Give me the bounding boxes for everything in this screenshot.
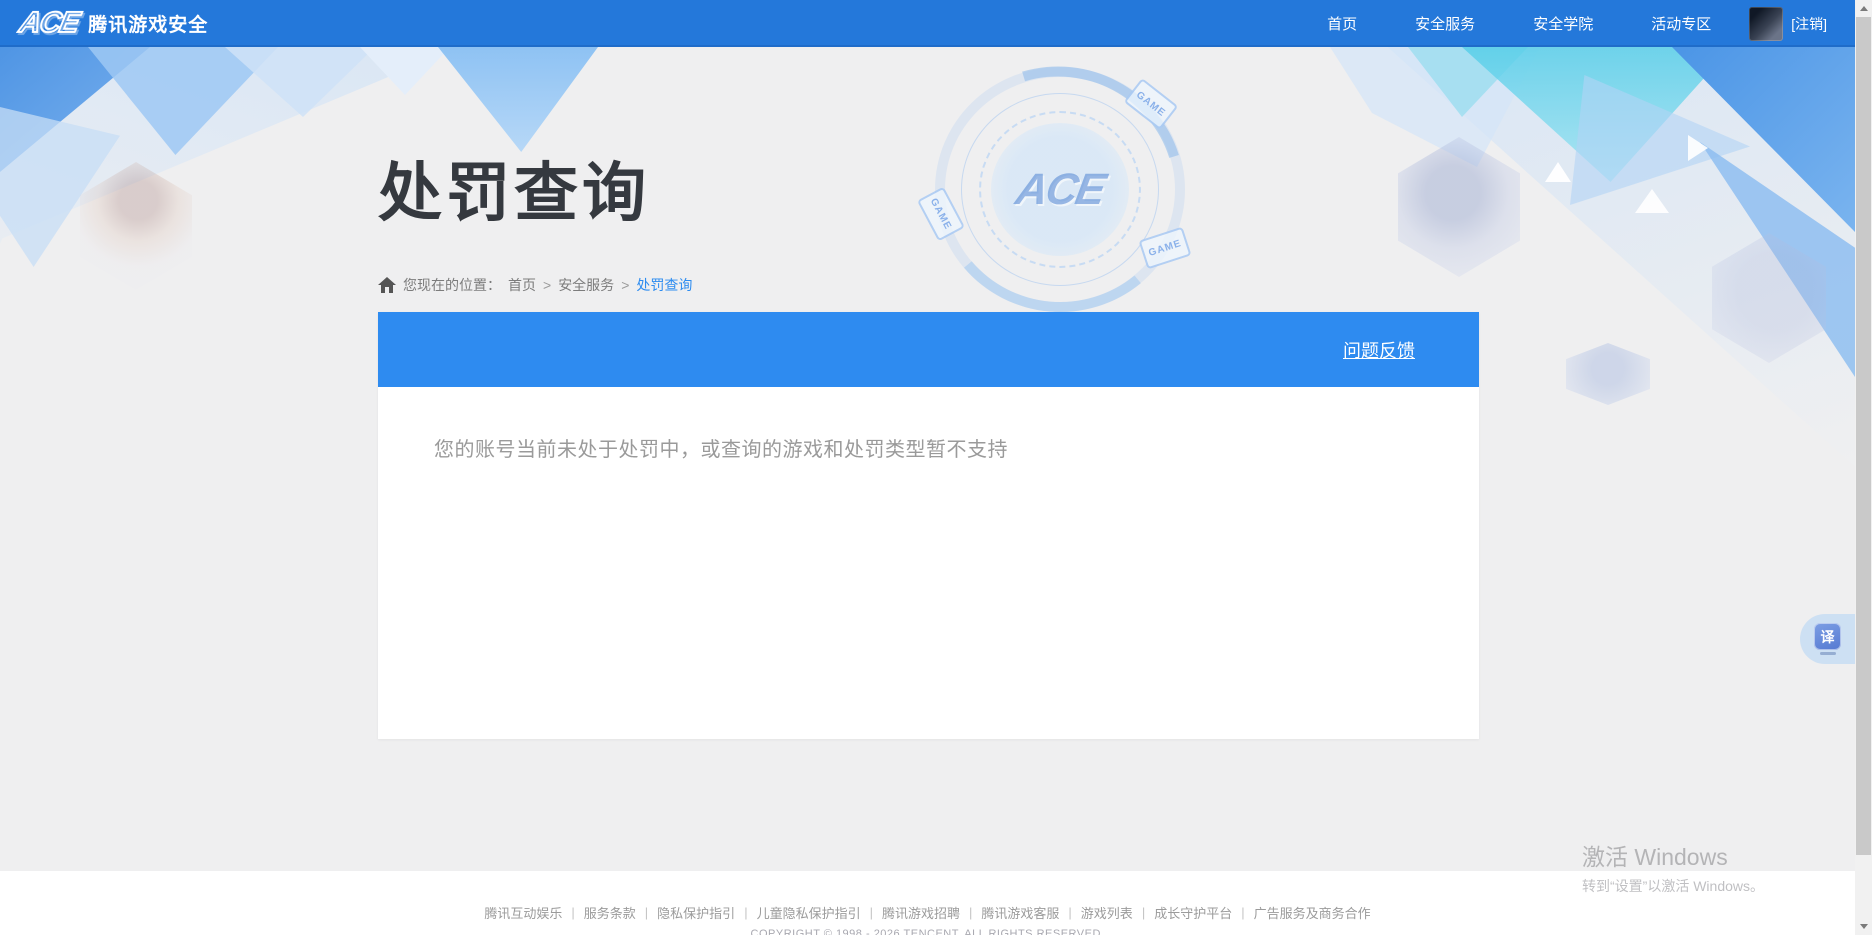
home-icon [378,277,396,293]
footer-separator: | [571,905,574,920]
translate-icon[interactable]: 译 [1814,623,1841,650]
game-card-icon: GAME [917,187,965,242]
footer-link[interactable]: 隐私保护指引 [657,903,735,922]
footer-link[interactable]: 腾讯互动娱乐 [484,903,562,922]
watermark-line1: 激活 Windows [1582,838,1764,872]
sparkle-decor [1688,135,1708,161]
result-card-body: 您的账号当前未处于处罚中，或查询的游戏和处罚类型暂不支持 [378,387,1479,739]
translate-widget[interactable]: 译 [1800,614,1855,664]
breadcrumb-links: 首页 > 安全服务 > 处罚查询 [508,275,692,295]
nav-item-activity-zone[interactable]: 活动专区 [1651,13,1711,34]
hexagon-character-faded [1712,233,1826,363]
nav-item-security-academy[interactable]: 安全学院 [1533,13,1593,34]
footer-separator: | [744,905,747,920]
polygon-decor [1700,142,1855,377]
empty-result-message: 您的账号当前未处于处罚中，或查询的游戏和处罚类型暂不支持 [378,387,1479,462]
footer-link[interactable]: 广告服务及商务合作 [1254,903,1371,922]
top-navbar: ACE 腾讯游戏安全 首页 安全服务 安全学院 活动专区 [注销] [0,0,1855,47]
ace-logo-icon: ACE [16,7,81,40]
ring-decor [935,67,1185,312]
nav-item-security-services[interactable]: 安全服务 [1415,13,1475,34]
page-title: 处罚查询 [378,142,650,234]
footer-separator: | [969,905,972,920]
polygon-decor [1330,47,1540,167]
brand-logo[interactable]: ACE 腾讯游戏安全 [0,7,208,40]
footer-separator: | [870,905,873,920]
scrollbar-up-button[interactable] [1855,0,1872,17]
ring-decor [961,93,1159,286]
breadcrumb-link: 处罚查询 [636,275,692,295]
breadcrumb-separator: > [621,277,629,293]
breadcrumb-link[interactable]: 安全服务 [558,275,614,295]
polygon-decor [1570,75,1750,205]
breadcrumb: 您现在的位置： 首页 > 安全服务 > 处罚查询 [378,275,692,295]
ace-watermark-logo: ACE [913,67,1206,312]
breadcrumb-prefix: 您现在的位置： [403,275,501,295]
game-card-icon: GAME [1138,227,1191,270]
footer-separator: | [1241,905,1244,920]
polygon-decor [1408,47,1528,117]
footer-link[interactable]: 腾讯游戏客服 [981,903,1059,922]
polygon-decor [88,47,278,155]
footer-link[interactable]: 儿童隐私保护指引 [757,903,861,922]
ring-decor [892,47,1228,356]
brand-title: 腾讯游戏安全 [88,10,208,37]
hexagon-character-right [1398,137,1520,277]
copyright-text: COPYRIGHT © 1998 - 2026 TENCENT. ALL RIG… [0,928,1855,935]
sparkle-decor [1635,189,1669,213]
sparkle-decor [1545,162,1571,182]
ring-decor [925,57,1195,323]
scroll-up-icon [1860,6,1868,11]
nav-item-home[interactable]: 首页 [1327,13,1357,34]
user-avatar[interactable] [1749,7,1783,41]
polygon-decor [225,47,375,117]
result-card-header: 问题反馈 [378,312,1479,387]
nav-items: 首页 安全服务 安全学院 活动专区 [1327,13,1711,34]
ace-ring-graphic: ACE [935,67,1185,312]
footer-separator: | [1068,905,1071,920]
logout-link[interactable]: [注销] [1791,14,1827,34]
game-card-icon: GAME [1124,78,1179,130]
footer-link[interactable]: 服务条款 [584,903,636,922]
result-card: 问题反馈 您的账号当前未处于处罚中，或查询的游戏和处罚类型暂不支持 [378,312,1479,739]
breadcrumb-separator: > [543,277,551,293]
footer-separator: | [1142,905,1145,920]
polygon-decor [0,47,150,172]
vertical-scrollbar[interactable] [1855,0,1872,935]
translate-icon-caption [1820,652,1836,655]
breadcrumb-link[interactable]: 首页 [508,275,536,295]
hexagon-character-small [1566,343,1650,405]
ring-decor [991,123,1129,256]
polygon-decor [1462,47,1732,182]
scroll-down-icon [1860,924,1868,929]
scrollbar-thumb[interactable] [1856,17,1871,855]
polygon-decor [360,47,450,95]
page-footer: 腾讯互动娱乐 | 服务条款 | 隐私保护指引 | 儿童隐私保护指引 | 腾讯游戏招聘 | 腾讯游戏客… [0,871,1855,935]
footer-links: 腾讯互动娱乐 | 服务条款 | 隐私保护指引 | 儿童隐私保护指引 | 腾讯游戏招聘 | 腾讯游戏客… [0,903,1855,922]
hexagon-character-teemo [80,162,192,290]
footer-link[interactable]: 腾讯游戏招聘 [882,903,960,922]
scrollbar-down-button[interactable] [1855,918,1872,935]
polygon-decor [0,107,120,267]
footer-link[interactable]: 成长守护平台 [1154,903,1232,922]
footer-link[interactable]: 游戏列表 [1081,903,1133,922]
polygon-decor [1672,47,1855,232]
feedback-link[interactable]: 问题反馈 [1343,337,1415,363]
polygon-decor [438,47,598,152]
ring-decor [979,111,1141,268]
footer-separator: | [645,905,648,920]
